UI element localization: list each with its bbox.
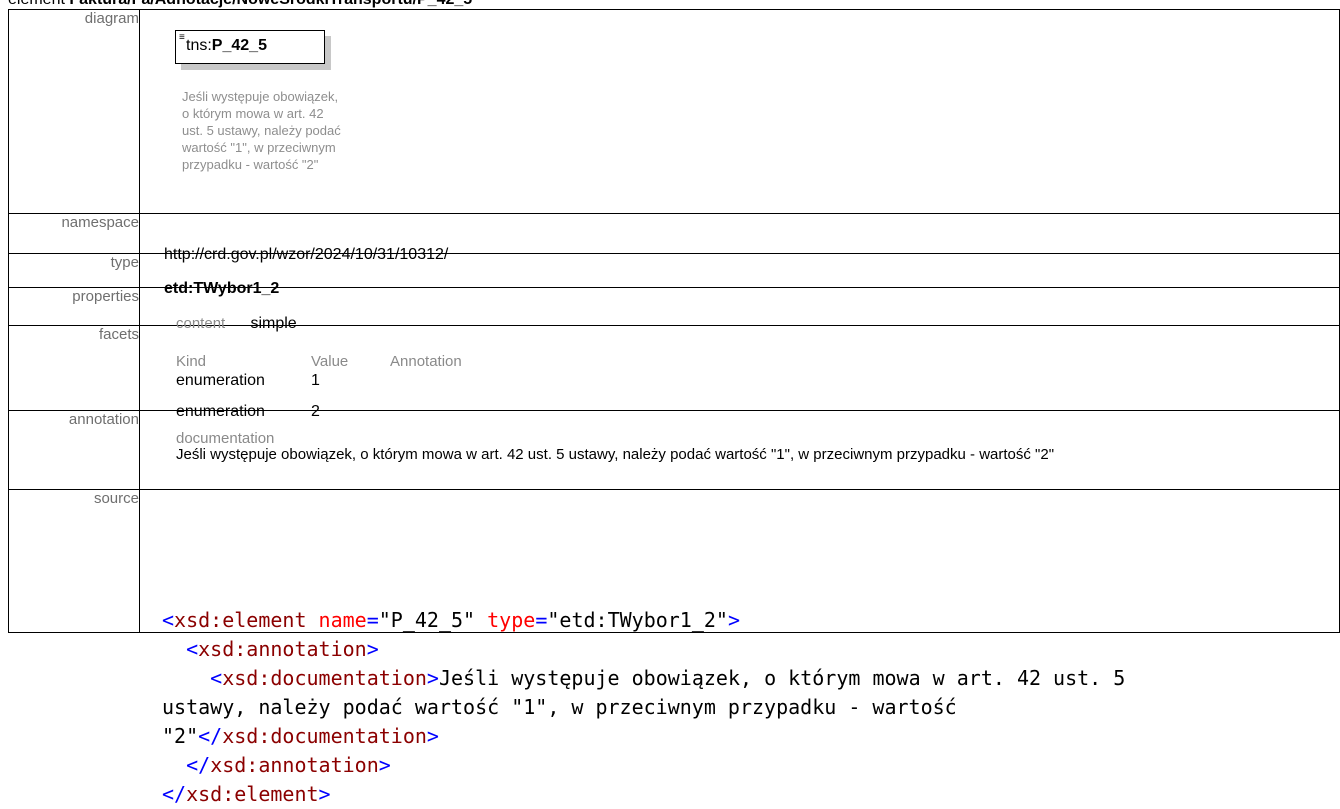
facet-header-annotation: Annotation: [390, 353, 462, 370]
element-prefix: tns:: [186, 37, 212, 54]
property-value: simple: [250, 315, 297, 332]
element-diagram[interactable]: ≡ tns:P_42_5: [175, 30, 331, 70]
sequence-lines-icon: ≡: [179, 32, 185, 43]
element-diagram-box[interactable]: ≡ tns:P_42_5: [175, 30, 325, 64]
namespace-value: http://crd.gov.pl/wzor/2024/10/31/10312/: [164, 246, 449, 263]
facets-label: facets: [8, 325, 140, 411]
annotation-header: documentation: [176, 430, 275, 447]
facet-row: enumeration 2: [176, 403, 320, 421]
facets-header: Kind Value Annotation: [176, 353, 462, 370]
facet-kind: enumeration: [176, 403, 265, 420]
namespace-label: namespace: [8, 213, 140, 254]
diagram-documentation: Jeśli występuje obowiązek, o którym mowa…: [182, 89, 341, 172]
diagram-label: diagram: [8, 9, 140, 214]
properties-label: properties: [8, 287, 140, 326]
type-label: type: [8, 253, 140, 288]
source-label: source: [8, 489, 140, 633]
facet-row: enumeration 1: [176, 372, 320, 390]
annotation-label: annotation: [8, 410, 140, 490]
facet-kind: enumeration: [176, 372, 265, 389]
type-value[interactable]: etd:TWybor1_2: [164, 280, 279, 298]
title-prefix: element: [8, 0, 65, 8]
facet-value: 1: [311, 372, 320, 389]
property-key: content: [176, 315, 226, 332]
element-name: P_42_5: [211, 37, 267, 54]
facet-header-value: Value: [311, 353, 349, 370]
facet-value: 2: [311, 403, 320, 420]
facet-header-kind: Kind: [176, 353, 207, 370]
xml-source: <xsd:element name="P_42_5" type="etd:TWy…: [162, 608, 1126, 806]
page-title: element Faktura/Fa/Adnotacje/NoweSrodkiT…: [8, 0, 472, 9]
title-path: Faktura/Fa/Adnotacje/NoweSrodkiTransport…: [69, 0, 472, 8]
properties-content: content simple: [176, 315, 297, 333]
annotation-text: Jeśli występuje obowiązek, o którym mowa…: [176, 446, 1055, 463]
